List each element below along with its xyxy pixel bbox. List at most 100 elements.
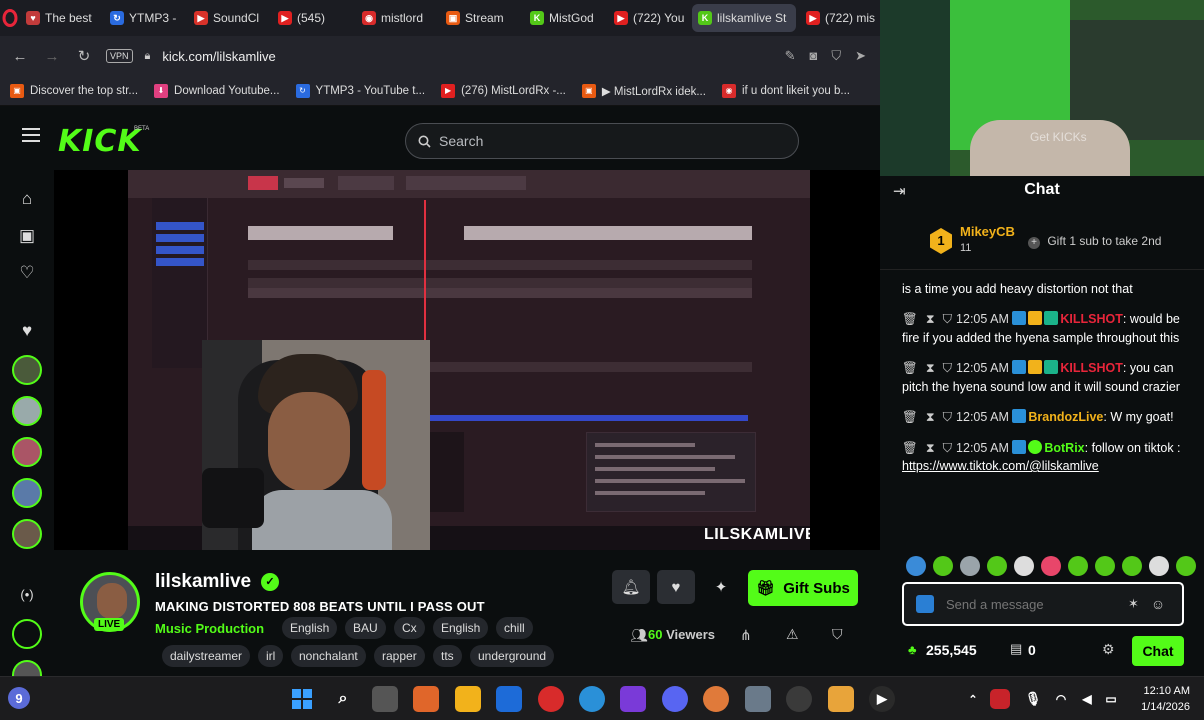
trash-icon[interactable]: 🗑︎ bbox=[902, 410, 918, 424]
emote-icon[interactable] bbox=[1149, 556, 1169, 576]
browser-tab[interactable]: ♥ The best bbox=[20, 4, 100, 32]
tray-app-icon[interactable] bbox=[990, 689, 1010, 709]
camera-app-icon[interactable] bbox=[745, 686, 771, 712]
browser-tab[interactable]: ▶ (722) mis bbox=[800, 4, 880, 32]
back-icon[interactable]: ← bbox=[10, 48, 30, 65]
trash-icon[interactable]: 🗑︎ bbox=[902, 312, 918, 326]
ban-shield-icon[interactable]: ⛉ bbox=[943, 441, 952, 455]
stream-tag[interactable]: chill bbox=[496, 617, 533, 639]
chat-link[interactable]: https://www.tiktok.com/@lilskamlive bbox=[902, 459, 1099, 473]
taskbar-search-icon[interactable]: ⌕ bbox=[330, 686, 356, 712]
volume-icon[interactable]: ◀ bbox=[1074, 686, 1100, 712]
user-action-icon[interactable]: ⛉ bbox=[832, 626, 843, 643]
emote-icon[interactable] bbox=[1041, 556, 1061, 576]
bookmark-item[interactable]: ↻ YTMP3 - YouTube t... bbox=[295, 83, 425, 98]
share-icon[interactable]: ⋔ bbox=[740, 627, 752, 644]
ban-shield-icon[interactable]: ⛉ bbox=[943, 410, 952, 424]
stream-tag[interactable]: underground bbox=[470, 645, 555, 667]
kicks-balance[interactable]: 255,545 bbox=[926, 642, 977, 658]
emote-picker-icon[interactable] bbox=[916, 595, 934, 613]
follow-heart-button[interactable]: ♥ bbox=[657, 570, 695, 604]
system-clock[interactable]: 12:10 AM 1/14/2026 bbox=[1128, 683, 1190, 715]
streamer-name[interactable]: lilskamlive bbox=[155, 571, 251, 593]
chat-username[interactable]: BotRix bbox=[1044, 441, 1084, 455]
following-heart-icon[interactable]: ♡ bbox=[14, 260, 40, 286]
chat-username[interactable]: KILLSHOT bbox=[1060, 361, 1123, 375]
trash-icon[interactable]: 🗑︎ bbox=[902, 361, 918, 375]
stream-tag[interactable]: nonchalant bbox=[291, 645, 366, 667]
fl-studio-alt-icon[interactable] bbox=[828, 686, 854, 712]
emote-icon[interactable] bbox=[1095, 556, 1115, 576]
emote-icon[interactable] bbox=[1122, 556, 1142, 576]
top-gifter-name[interactable]: MikeyCB bbox=[960, 224, 1015, 239]
ban-shield-icon[interactable]: ⛉ bbox=[943, 361, 952, 375]
lock-icon[interactable]: 🔒︎ bbox=[145, 50, 151, 63]
stream-tag[interactable]: dailystreamer bbox=[162, 645, 251, 667]
bookmark-item[interactable]: ▣ Discover the top str... bbox=[10, 83, 138, 98]
chat-message-input[interactable] bbox=[946, 596, 1116, 612]
drops-count[interactable]: 0 bbox=[1028, 642, 1036, 658]
stream-category[interactable]: Music Production bbox=[155, 621, 264, 636]
notification-badge-icon[interactable]: 9 bbox=[8, 687, 30, 709]
emote-icon[interactable] bbox=[1176, 556, 1196, 576]
file-explorer-icon[interactable] bbox=[455, 686, 481, 712]
wifi-icon[interactable]: ◠ bbox=[1048, 686, 1074, 712]
clip-sparkle-button[interactable]: ✦ bbox=[702, 570, 740, 604]
vpn-badge[interactable]: VPN bbox=[106, 49, 133, 63]
task-view-icon[interactable] bbox=[372, 686, 398, 712]
notification-bell-button[interactable]: 🔔︎ bbox=[612, 570, 650, 604]
discord-icon[interactable] bbox=[662, 686, 688, 712]
opera-logo-icon[interactable] bbox=[0, 0, 20, 36]
browser-tab[interactable]: Klilskamlive St bbox=[692, 4, 796, 32]
browser-tab[interactable]: ▣ Stream bbox=[440, 4, 520, 32]
stream-tag[interactable]: rapper bbox=[374, 645, 425, 667]
opera-taskbar-icon[interactable] bbox=[538, 686, 564, 712]
browser-tab[interactable]: ◉ mistlord bbox=[356, 4, 436, 32]
ban-shield-icon[interactable]: ⛉ bbox=[943, 312, 952, 326]
chat-username[interactable]: BrandozLive bbox=[1028, 410, 1103, 424]
bookmark-item[interactable]: ◉ if u dont likeit you b... bbox=[721, 83, 850, 98]
show-hidden-icons[interactable]: ⌃ bbox=[960, 686, 986, 712]
timeout-hourglass-icon[interactable]: ⧗ bbox=[926, 312, 935, 326]
send-icon[interactable]: ➤ bbox=[855, 48, 866, 64]
outlook-icon[interactable] bbox=[496, 686, 522, 712]
smiley-icon[interactable]: ☺ bbox=[1151, 596, 1165, 612]
browser-tab[interactable]: ▶ SoundCl bbox=[188, 4, 268, 32]
clapper-app-icon[interactable] bbox=[620, 686, 646, 712]
url-field[interactable]: kick.com/lilskamlive bbox=[162, 49, 275, 64]
emoji-sparkle-icon[interactable]: ✶ bbox=[1128, 596, 1139, 612]
recommended-channel-avatar[interactable] bbox=[12, 660, 42, 676]
recommended-channel-avatar[interactable] bbox=[12, 619, 42, 649]
browse-icon[interactable]: ▣ bbox=[14, 223, 40, 249]
followed-channel-avatar[interactable] bbox=[12, 519, 42, 549]
gift-subs-button[interactable]: 🎁︎ Gift Subs bbox=[748, 570, 858, 606]
stream-tag[interactable]: English bbox=[282, 617, 338, 639]
stream-tag[interactable]: irl bbox=[258, 645, 284, 667]
kick-logo[interactable]: KICK bbox=[58, 124, 142, 159]
bookmark-item[interactable]: ⬇ Download Youtube... bbox=[154, 83, 280, 98]
fl-studio-icon[interactable] bbox=[703, 686, 729, 712]
bookmark-item[interactable]: ▣ ▶ MistLordRx idek... bbox=[581, 83, 706, 98]
followed-channel-avatar[interactable] bbox=[12, 396, 42, 426]
followed-channel-avatar[interactable] bbox=[12, 478, 42, 508]
battery-icon[interactable]: ▭ bbox=[1098, 686, 1124, 712]
emote-icon[interactable] bbox=[1014, 556, 1034, 576]
trash-icon[interactable]: 🗑︎ bbox=[902, 441, 918, 455]
emote-icon[interactable] bbox=[933, 556, 953, 576]
emote-icon[interactable] bbox=[1068, 556, 1088, 576]
emote-icon[interactable] bbox=[960, 556, 980, 576]
home-icon[interactable]: ⌂ bbox=[14, 186, 40, 212]
hamburger-menu-icon[interactable] bbox=[22, 128, 40, 142]
followed-channel-avatar[interactable] bbox=[12, 355, 42, 385]
stream-tag[interactable]: English bbox=[433, 617, 489, 639]
chat-input-box[interactable]: ✶ ☺ bbox=[902, 582, 1184, 626]
chat-username[interactable]: KILLSHOT bbox=[1060, 312, 1123, 326]
emote-icon[interactable] bbox=[987, 556, 1007, 576]
edge-icon[interactable] bbox=[579, 686, 605, 712]
followed-heart-icon[interactable]: ♥ bbox=[14, 318, 40, 344]
copilot-icon[interactable] bbox=[413, 686, 439, 712]
windows-start-icon[interactable] bbox=[289, 686, 315, 712]
media-player-icon[interactable]: ▶ bbox=[869, 686, 895, 712]
report-warning-icon[interactable]: ⚠ bbox=[786, 626, 799, 643]
stream-tag[interactable]: Cx bbox=[394, 617, 425, 639]
